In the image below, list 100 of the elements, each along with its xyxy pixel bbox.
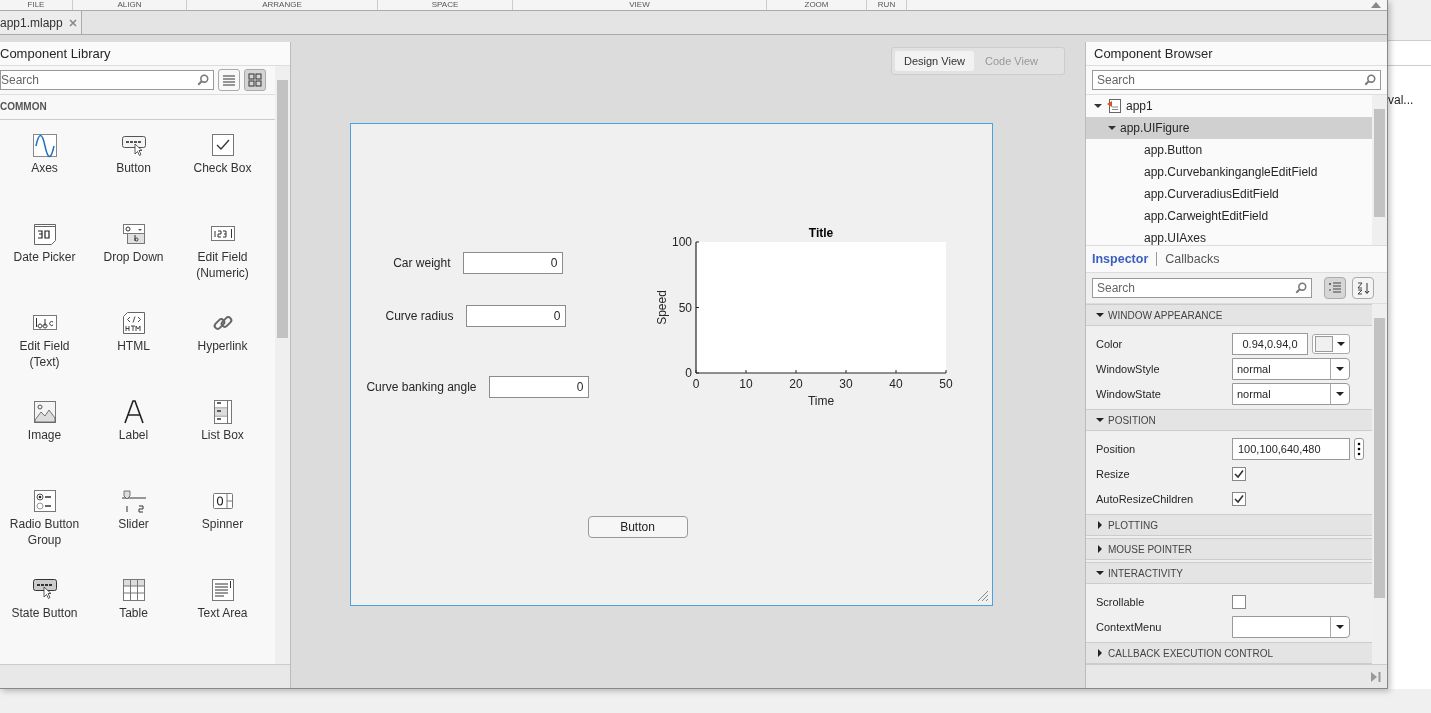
datepicker-component-icon xyxy=(31,221,58,247)
component-item[interactable]: HTML xyxy=(89,310,178,399)
inspector-tab[interactable]: Callbacks xyxy=(1165,252,1220,266)
group-view-button[interactable] xyxy=(1324,277,1346,299)
more-options-button[interactable] xyxy=(1354,437,1364,460)
search-icon xyxy=(197,74,209,86)
grid-view-button[interactable] xyxy=(244,69,266,91)
component-item[interactable]: Text Area xyxy=(178,577,267,664)
component-item[interactable]: Edit Field (Text) xyxy=(0,310,89,399)
edit-field[interactable]: 0 xyxy=(462,252,563,274)
caret-icon xyxy=(1336,364,1344,373)
search-field[interactable]: Search xyxy=(1092,278,1312,298)
search-field[interactable]: Search xyxy=(0,70,214,90)
section-header[interactable]: POSITION xyxy=(1086,409,1372,431)
section-header[interactable]: PLOTTING xyxy=(1086,514,1372,536)
document-tab[interactable]: app1.mlapp xyxy=(0,11,82,34)
y-tick-label: 0 xyxy=(684,366,692,380)
property-label: Color xyxy=(1096,337,1124,350)
truncated-cell-text: val... xyxy=(1388,93,1414,107)
toolstrip-section-label: SPACE xyxy=(378,0,513,10)
dropdown[interactable]: normal xyxy=(1232,382,1350,405)
component-item[interactable]: Drop Down xyxy=(89,221,178,310)
textarea-component-icon xyxy=(209,577,236,603)
checkbox[interactable] xyxy=(1232,491,1246,506)
tree-item[interactable]: app.Button xyxy=(1086,139,1372,161)
property-label: ContextMenu xyxy=(1096,620,1163,633)
component-item[interactable]: Edit Field (Numeric) xyxy=(178,221,267,310)
component-item[interactable]: Image xyxy=(0,399,89,488)
toolstrip-section-label: VIEW xyxy=(513,0,767,10)
field-label: Curve radius xyxy=(385,309,454,323)
component-item[interactable]: Label xyxy=(89,399,178,488)
tree-item[interactable]: app.CarweightEditField xyxy=(1086,205,1372,227)
component-item[interactable]: Spinner xyxy=(178,488,267,577)
scrollbar[interactable] xyxy=(1372,95,1387,245)
component-item[interactable]: Radio Button Group xyxy=(0,488,89,577)
caret-icon[interactable] xyxy=(1096,416,1104,424)
slider-component-icon xyxy=(120,488,147,514)
panel-title: Component Browser xyxy=(1086,42,1387,66)
y-tick-label: 50 xyxy=(678,300,692,315)
color-value-field[interactable]: 0.94,0.94,0 xyxy=(1232,332,1308,355)
vertical-dots-icon xyxy=(1357,441,1361,456)
checkbox-component-icon xyxy=(209,132,236,158)
component-item[interactable]: Axes xyxy=(0,132,89,221)
caret-icon[interactable] xyxy=(1094,102,1102,110)
field-label: Curve banking angle xyxy=(366,380,477,394)
section-header[interactable]: INTERACTIVITY xyxy=(1086,562,1372,584)
caret-icon xyxy=(1336,622,1344,631)
component-item[interactable]: Date Picker xyxy=(0,221,89,310)
property-label: WindowState xyxy=(1096,387,1162,400)
sort-button[interactable] xyxy=(1352,277,1374,299)
x-tick-label: 0 xyxy=(692,377,699,391)
component-item[interactable]: Button xyxy=(89,132,178,221)
caret-icon[interactable] xyxy=(1096,569,1104,577)
caret-icon[interactable] xyxy=(1096,649,1104,657)
caret-icon[interactable] xyxy=(1108,124,1116,132)
component-item[interactable]: List Box xyxy=(178,399,267,488)
component-item[interactable]: Hyperlink xyxy=(178,310,267,399)
tree-item[interactable]: app1 xyxy=(1086,95,1372,117)
resize-grip-icon[interactable] xyxy=(976,590,989,602)
component-item[interactable]: Slider xyxy=(89,488,178,577)
scrollbar[interactable] xyxy=(275,66,290,664)
position-field[interactable]: 100,100,640,480 xyxy=(1232,437,1350,460)
x-tick-label: 20 xyxy=(788,377,803,391)
radio-component-icon xyxy=(31,488,58,514)
color-picker-button[interactable] xyxy=(1312,333,1350,354)
component-item[interactable]: Check Box xyxy=(178,132,267,221)
edit-field[interactable]: 0 xyxy=(488,376,589,398)
checkbox[interactable] xyxy=(1232,466,1246,481)
caret-icon[interactable] xyxy=(1096,521,1104,529)
component-item[interactable]: Table xyxy=(89,577,178,664)
image-component-icon xyxy=(31,399,58,425)
tree-item[interactable]: app.CurveradiusEditField xyxy=(1086,183,1372,205)
view-tab[interactable]: Design View xyxy=(895,51,974,71)
property-label: AutoResizeChildren xyxy=(1096,492,1195,505)
push-button[interactable]: Button xyxy=(587,516,688,538)
search-icon xyxy=(1364,74,1376,86)
dropdown[interactable] xyxy=(1232,615,1350,638)
tree-item[interactable]: app.UIAxes xyxy=(1086,227,1372,245)
tree-item[interactable]: app.UIFigure xyxy=(1086,117,1372,139)
collapse-arrow-icon[interactable] xyxy=(1371,2,1381,8)
section-header[interactable]: MOUSE POINTER xyxy=(1086,538,1372,560)
horizontal-scrollbar[interactable] xyxy=(0,664,290,688)
caret-icon[interactable] xyxy=(1096,545,1104,553)
inspector-tab[interactable]: Inspector xyxy=(1092,252,1149,266)
tree-item[interactable]: app.CurvebankingangleEditField xyxy=(1086,161,1372,183)
edit-field[interactable]: 0 xyxy=(465,305,566,327)
dropdown[interactable]: normal xyxy=(1232,357,1350,380)
checkbox[interactable] xyxy=(1232,594,1246,609)
list-view-button[interactable] xyxy=(218,69,240,91)
caret-icon[interactable] xyxy=(1096,311,1104,319)
section-header[interactable]: CALLBACK EXECUTION CONTROL xyxy=(1086,642,1372,664)
x-axis-label: Time xyxy=(807,394,834,408)
component-item[interactable]: State Button xyxy=(0,577,89,664)
toolstrip-section-label: ARRANGE xyxy=(187,0,378,10)
x-tick-label: 40 xyxy=(888,377,903,391)
grid-icon xyxy=(248,73,262,87)
close-icon[interactable] xyxy=(68,18,77,27)
html-component-icon xyxy=(120,310,147,336)
search-field[interactable]: Search xyxy=(1092,70,1381,90)
section-header[interactable]: WINDOW APPEARANCE xyxy=(1086,304,1372,326)
